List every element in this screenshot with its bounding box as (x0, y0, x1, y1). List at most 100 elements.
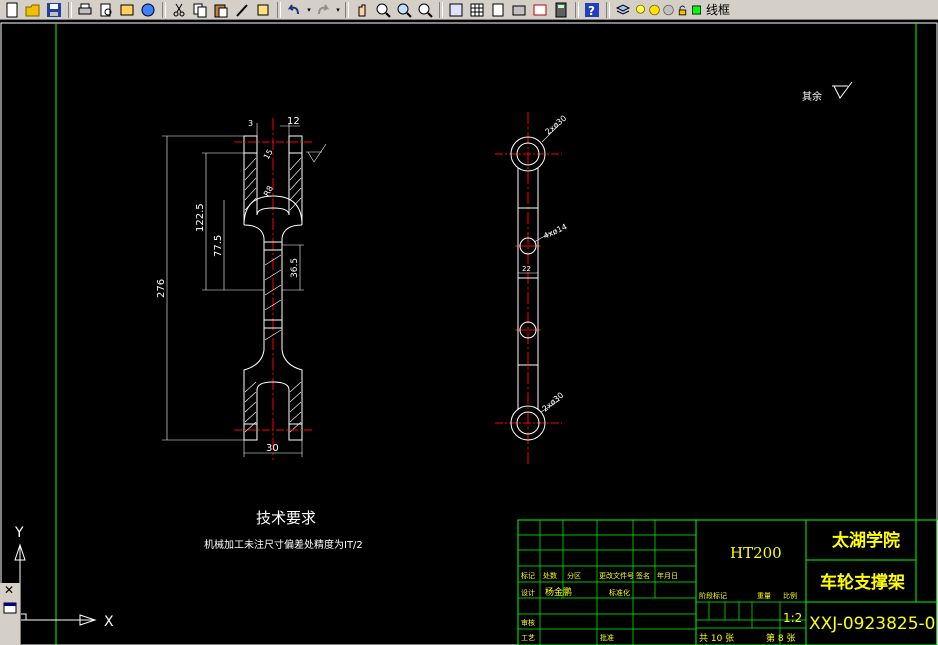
toolbar-separator (575, 1, 579, 18)
properties-icon (449, 3, 463, 16)
cut-icon (173, 3, 185, 16)
drawing-canvas[interactable]: 其余 276 122.5 77.5 36.5 12 30 3 R8 15 2xø… (0, 20, 938, 645)
drawing-border (0, 22, 938, 645)
publish-button[interactable] (117, 1, 137, 19)
svg-text:太湖学院: 太湖学院 (832, 530, 900, 551)
toolbar-separator (68, 1, 72, 18)
undo-icon (287, 3, 299, 14)
open-icon (25, 4, 40, 16)
quickcalc-button[interactable] (551, 1, 571, 19)
freeze-icon (663, 4, 674, 15)
lock-icon (678, 5, 687, 15)
ucs-icon (14, 543, 97, 626)
ucs-y-label: Y (14, 525, 24, 541)
tool-palettes-icon (492, 3, 504, 16)
svg-text:77.5: 77.5 (213, 235, 224, 257)
current-layer-name[interactable]: 线框 (706, 1, 730, 18)
design-center-icon (470, 3, 484, 16)
svg-text:批准: 批准 (600, 633, 614, 642)
match-properties-icon (236, 3, 248, 17)
dropdown-arrow-icon[interactable]: ▾ (334, 1, 342, 19)
sun-icon (649, 4, 660, 15)
right-view: 2xø30 4xø14 22 2xø30 (495, 112, 568, 465)
tool-palettes-button[interactable] (488, 1, 508, 19)
title-block-text: HT200 太湖学院 车轮支撑架 XXJ-0923825-0 1:2 设计 杨金… (521, 530, 936, 644)
lock-button[interactable] (676, 1, 689, 19)
svg-text:2xø30: 2xø30 (544, 114, 569, 137)
svg-text:设计: 设计 (521, 588, 535, 597)
open-button[interactable] (23, 1, 43, 19)
svg-text:比例: 比例 (783, 591, 797, 600)
print-button[interactable] (75, 1, 95, 19)
zoom-previous-icon (418, 3, 433, 18)
svg-text:签名: 签名 (636, 571, 650, 580)
tech-requirements-title: 技术要求 (256, 509, 316, 527)
print-preview-button[interactable] (96, 1, 116, 19)
svg-text:标记: 标记 (521, 571, 535, 580)
layer-manager-button[interactable] (613, 1, 633, 19)
redo-icon (318, 3, 330, 14)
ucs-x-label: X (104, 614, 114, 630)
svg-text:杨金鹏: 杨金鹏 (545, 586, 572, 598)
svg-text:12: 12 (287, 116, 300, 127)
svg-text:工艺: 工艺 (521, 634, 535, 642)
svg-text:处数: 处数 (543, 571, 557, 580)
help-button[interactable]: ? (582, 1, 602, 19)
dropdown-arrow-icon[interactable]: ▾ (305, 1, 313, 19)
tech-requirements-text: 机械加工未注尺寸偏差处精度为IT/2 (204, 538, 363, 551)
svg-text:36.5: 36.5 (290, 258, 300, 278)
svg-text:第 8 张: 第 8 张 (766, 632, 795, 644)
toolbar-separator (277, 1, 281, 18)
new-button[interactable] (2, 1, 22, 19)
paste-button[interactable] (211, 1, 231, 19)
roughness-note: 其余 (802, 90, 822, 103)
properties-button[interactable] (446, 1, 466, 19)
help-icon: ? (585, 2, 599, 18)
svg-text:阶段标记: 阶段标记 (699, 591, 727, 600)
color-swatch-button[interactable] (690, 1, 703, 19)
match-properties-button[interactable] (232, 1, 252, 19)
zoom-window-button[interactable] (394, 1, 414, 19)
cut-button[interactable] (169, 1, 189, 19)
new-icon (6, 2, 18, 17)
3d-dwf-icon (141, 3, 155, 16)
markup-icon (533, 4, 547, 15)
left-view: 276 122.5 77.5 36.5 12 30 3 R8 15 (156, 116, 327, 460)
3d-dwf-button[interactable] (138, 1, 158, 19)
standard-toolbar: ▾ ▾? 线框 (0, 0, 938, 20)
block-editor-button[interactable] (253, 1, 273, 19)
sheet-set-button[interactable] (509, 1, 529, 19)
lightbulb-button[interactable] (634, 1, 647, 19)
svg-text:更改文件号: 更改文件号 (599, 571, 634, 580)
command-window-icon (3, 602, 17, 614)
zoom-realtime-button[interactable] (373, 1, 393, 19)
svg-text:车轮支撑架: 车轮支撑架 (820, 572, 905, 593)
svg-text:年月日: 年月日 (657, 571, 678, 580)
block-editor-icon (257, 4, 269, 15)
zoom-previous-button[interactable] (415, 1, 435, 19)
sun-button[interactable] (648, 1, 661, 19)
markup-button[interactable] (530, 1, 550, 19)
lightbulb-icon (636, 4, 645, 14)
save-icon (47, 2, 61, 17)
svg-text:30: 30 (266, 443, 279, 454)
zoom-window-icon (397, 3, 412, 18)
zoom-realtime-icon (376, 3, 391, 18)
sheet-set-icon (512, 5, 526, 15)
command-window-handle[interactable]: ✕ (0, 583, 21, 645)
redo-button[interactable] (313, 1, 333, 19)
svg-text:审核: 审核 (521, 618, 535, 627)
svg-text:重量: 重量 (757, 592, 771, 600)
svg-text:122.5: 122.5 (195, 203, 206, 232)
pan-button[interactable] (352, 1, 372, 19)
undo-button[interactable] (284, 1, 304, 19)
close-icon[interactable]: ✕ (4, 584, 14, 596)
copy-button[interactable] (190, 1, 210, 19)
freeze-button[interactable] (662, 1, 675, 19)
paste-icon (214, 4, 228, 17)
svg-text:1:2: 1:2 (783, 611, 802, 625)
toolbar-separator (162, 1, 166, 18)
svg-text:4xø14: 4xø14 (542, 222, 568, 241)
design-center-button[interactable] (467, 1, 487, 19)
save-button[interactable] (44, 1, 64, 19)
